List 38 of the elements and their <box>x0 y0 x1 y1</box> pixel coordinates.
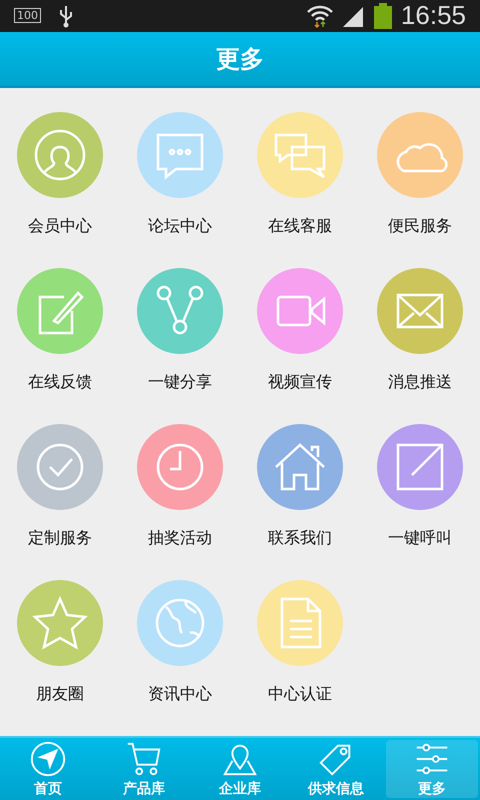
tile-label: 朋友圈 <box>36 684 84 705</box>
tile-label: 一键呼叫 <box>388 528 452 549</box>
cart-icon <box>125 740 163 778</box>
clock-time: 16:55 <box>400 0 466 32</box>
tile-label: 抽奖活动 <box>148 528 212 549</box>
compass-icon <box>29 740 67 778</box>
tile-label: 在线反馈 <box>28 372 92 393</box>
menu-tile[interactable]: 一键分享 <box>120 268 240 424</box>
tile-label: 在线客服 <box>268 216 332 237</box>
tile-label: 便民服务 <box>388 216 452 237</box>
menu-tile[interactable]: 论坛中心 <box>120 112 240 268</box>
menu-tile[interactable]: 会员中心 <box>0 112 120 268</box>
menu-tile[interactable]: 消息推送 <box>360 268 480 424</box>
usb-icon <box>59 4 73 28</box>
menu-tile[interactable]: 抽奖活动 <box>120 424 240 580</box>
menu-tile[interactable]: 定制服务 <box>0 424 120 580</box>
menu-tile[interactable]: 中心认证 <box>240 580 360 736</box>
wifi-icon <box>306 4 333 28</box>
battery-percent-badge: 100 <box>14 8 41 24</box>
menu-tile[interactable]: 资讯中心 <box>120 580 240 736</box>
menu-tile[interactable]: 一键呼叫 <box>360 424 480 580</box>
tile-label: 定制服务 <box>28 528 92 549</box>
menu-tile[interactable]: 便民服务 <box>360 112 480 268</box>
battery-icon <box>372 2 393 29</box>
tile-label: 会员中心 <box>28 216 92 237</box>
tile-label: 中心认证 <box>268 684 332 705</box>
tile-label: 消息推送 <box>388 372 452 393</box>
menu-tile[interactable]: 视频宣传 <box>240 268 360 424</box>
menu-tile[interactable]: 在线反馈 <box>0 268 120 424</box>
tile-label: 资讯中心 <box>148 684 212 705</box>
menu-tile[interactable]: 在线客服 <box>240 112 360 268</box>
tile-label: 一键分享 <box>148 372 212 393</box>
tile-label: 联系我们 <box>268 528 332 549</box>
tile-label: 论坛中心 <box>148 216 212 237</box>
tile-label: 视频宣传 <box>268 372 332 393</box>
page-title: 更多 <box>216 44 264 75</box>
menu-tile[interactable]: 朋友圈 <box>0 580 120 736</box>
menu-tile[interactable]: 联系我们 <box>240 424 360 580</box>
